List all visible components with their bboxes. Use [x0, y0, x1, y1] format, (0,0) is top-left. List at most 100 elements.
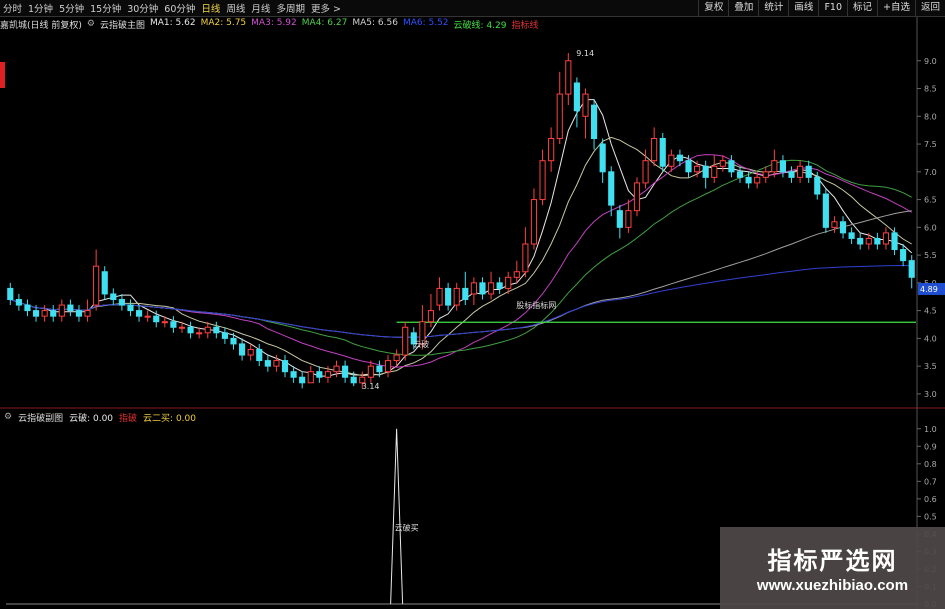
candle-body: [427, 310, 435, 323]
candle-body: [719, 160, 726, 167]
y-tick-label: 4.5: [924, 307, 937, 316]
sub-y-tick-label: 0.6: [924, 495, 937, 504]
candle-body: [144, 315, 151, 318]
candle-body: [874, 237, 881, 245]
candle-body: [857, 237, 864, 245]
candle-body: [170, 321, 177, 328]
candle-body: [814, 176, 821, 195]
candle-body: [694, 165, 701, 173]
candle-body: [24, 304, 31, 312]
y-tick-label: 8.5: [924, 85, 937, 94]
y-tick-label: 5.5: [924, 251, 937, 260]
candle-body: [41, 310, 48, 317]
y-tick-label: 6.5: [924, 196, 937, 205]
y-tick-label: 3.5: [924, 362, 937, 371]
sub-value: 指破: [119, 413, 138, 424]
candle-body: [384, 360, 392, 373]
candle-body: [505, 276, 512, 289]
watermark: 指标严选网 www.xuezhibiao.com: [720, 527, 945, 609]
ma2-line: [10, 136, 912, 377]
candle-body: [161, 321, 168, 324]
candle-body: [110, 293, 117, 301]
candle-body: [127, 304, 134, 312]
candle-body: [196, 332, 203, 335]
candle-body: [50, 310, 57, 317]
candle-body: [891, 232, 898, 251]
candle-body: [470, 282, 477, 295]
candle-body: [135, 310, 143, 317]
price-label: 4.89: [920, 285, 938, 294]
sub-y-tick-label: 1.0: [924, 425, 937, 434]
y-tick-label: 9.0: [924, 57, 937, 66]
candle-body: [101, 271, 108, 295]
candle-body: [316, 371, 323, 378]
candle-body: [573, 82, 580, 112]
candle-body: [462, 287, 469, 301]
candle-body: [685, 160, 692, 173]
candle-body: [651, 137, 658, 162]
ma3-line: [10, 154, 912, 368]
candle-body: [281, 360, 289, 373]
candle-body: [754, 176, 761, 184]
candle-body: [882, 232, 890, 245]
chart-annotation: 3.14: [362, 382, 380, 391]
candle-body: [350, 376, 357, 384]
candle-body: [668, 154, 675, 167]
candle-body: [900, 249, 907, 262]
y-tick-label: 6.0: [924, 223, 937, 232]
candle-body: [642, 160, 649, 184]
watermark-title: 指标严选网: [767, 547, 898, 575]
candle-body: [153, 315, 160, 323]
candle-body: [247, 348, 254, 356]
candle-body: [513, 271, 520, 278]
candle-body: [93, 265, 100, 306]
candle-body: [204, 326, 211, 334]
candle-body: [839, 221, 847, 234]
candle-body: [32, 310, 40, 317]
candle-body: [84, 310, 91, 317]
candle-body: [788, 171, 795, 178]
y-tick-label: 7.0: [924, 168, 937, 177]
candle-body: [599, 143, 606, 173]
candle-body: [299, 376, 306, 384]
y-tick-label: 4.0: [924, 334, 937, 343]
sub-y-tick-label: 0.9: [924, 442, 937, 451]
candle-body: [522, 243, 529, 273]
sub-values: 云破: 0.00 指破 云二买: 0.00: [69, 411, 202, 424]
candle-body: [702, 165, 709, 178]
candle-body: [908, 260, 915, 278]
candle-body: [633, 182, 641, 212]
candle-body: [590, 104, 598, 139]
candle-body: [831, 221, 838, 228]
candle-body: [213, 326, 220, 334]
candle-body: [771, 160, 778, 173]
candle-body: [608, 171, 615, 206]
candle-body: [779, 160, 787, 173]
price-chart[interactable]: 9.08.58.07.57.06.56.05.55.04.54.03.53.09…: [0, 0, 945, 609]
candle-body: [616, 210, 623, 228]
sub-settings-icon[interactable]: ⚙: [4, 412, 12, 422]
chart-annotation: 云破: [413, 339, 429, 349]
candle-body: [333, 365, 340, 373]
sub-indicator-name[interactable]: 云指破副图: [18, 411, 63, 424]
candle-body: [307, 371, 314, 384]
candle-body: [865, 237, 872, 245]
sub-info-bar: ⚙ 云指破副图 云破: 0.00 指破 云二买: 0.00: [4, 411, 208, 424]
candle-body: [539, 160, 546, 201]
candle-body: [187, 326, 194, 334]
candle-body: [822, 193, 829, 228]
candle-body: [290, 371, 297, 378]
signal-spike: [390, 428, 404, 605]
candle-body: [530, 199, 538, 245]
chart-annotation: 股标指标网: [516, 300, 556, 310]
candle-body: [342, 365, 349, 378]
candle-body: [75, 310, 83, 317]
candle-body: [848, 232, 855, 239]
candle-body: [736, 171, 744, 178]
candle-body: [15, 299, 22, 306]
candle-body: [393, 354, 400, 362]
y-tick-label: 7.5: [924, 140, 937, 149]
candle-body: [264, 360, 271, 367]
candle-body: [178, 326, 186, 329]
candle-body: [728, 160, 735, 173]
